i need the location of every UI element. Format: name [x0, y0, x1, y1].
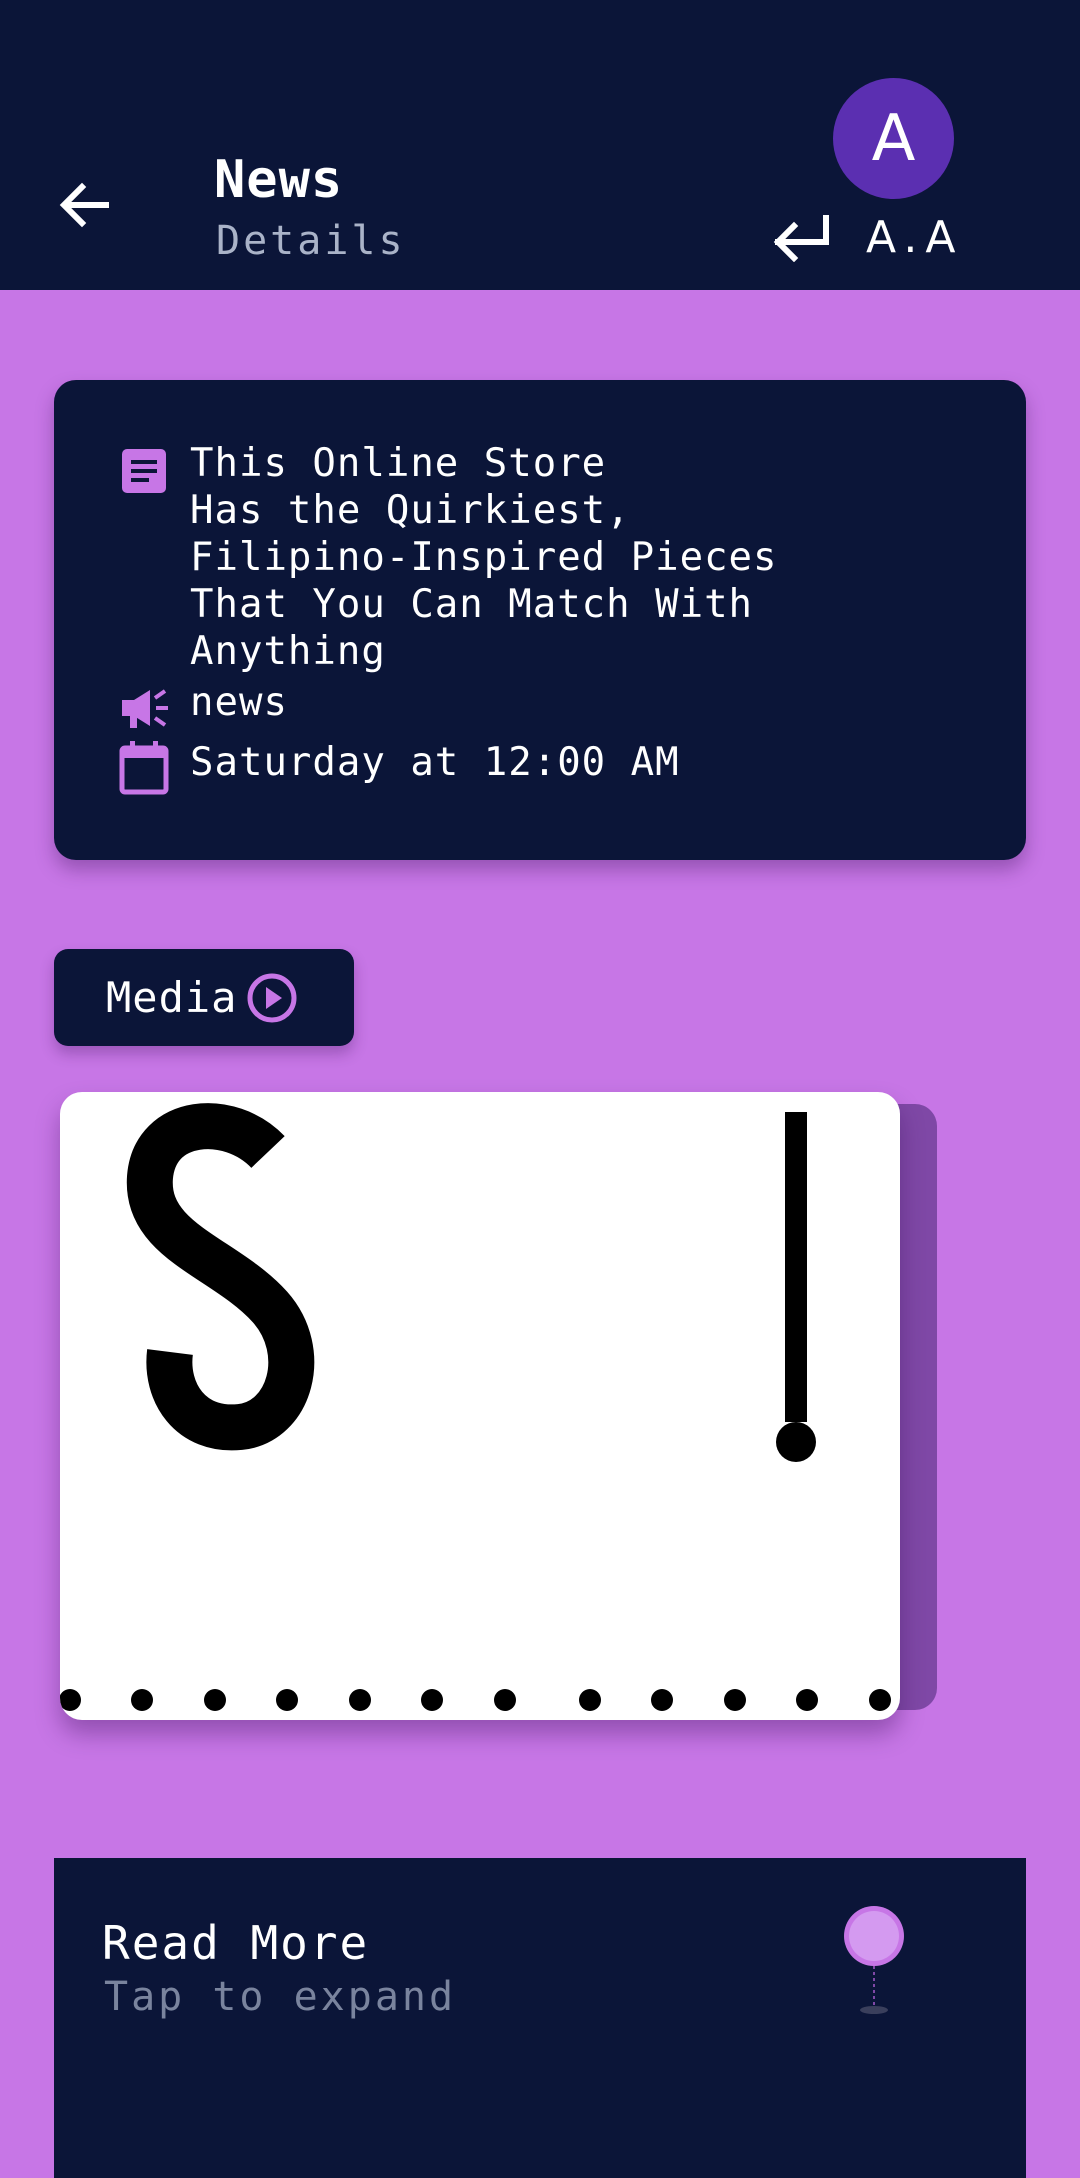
- read-more-subtitle: Tap to expand: [104, 1974, 457, 2020]
- logout-icon[interactable]: [770, 212, 834, 262]
- megaphone-icon: [122, 689, 168, 728]
- app-bar: News Details A A.A: [0, 0, 1080, 290]
- page-subtitle: Details: [216, 218, 406, 264]
- article-icon: [122, 449, 166, 493]
- avatar[interactable]: A: [833, 78, 954, 199]
- back-arrow-icon[interactable]: [56, 175, 116, 235]
- article-date: Saturday at 12:00 AM: [190, 740, 680, 785]
- calendar-icon: [119, 741, 169, 795]
- article-headline: This Online Store Has the Quirkiest, Fil…: [190, 441, 778, 674]
- read-more-panel[interactable]: Read More Tap to expand: [54, 1858, 1026, 2178]
- pin-icon[interactable]: [839, 1904, 909, 2014]
- play-circle-icon: [247, 973, 297, 1023]
- media-button-label: Media: [106, 973, 238, 1022]
- media-button[interactable]: Media: [54, 949, 354, 1046]
- user-name[interactable]: A.A: [866, 212, 963, 263]
- media-image[interactable]: [60, 1092, 900, 1720]
- read-more-title: Read More: [102, 1916, 370, 1970]
- media-image-graphic: [60, 1103, 891, 1711]
- page-title: News: [214, 150, 344, 210]
- article-category: news: [190, 680, 288, 725]
